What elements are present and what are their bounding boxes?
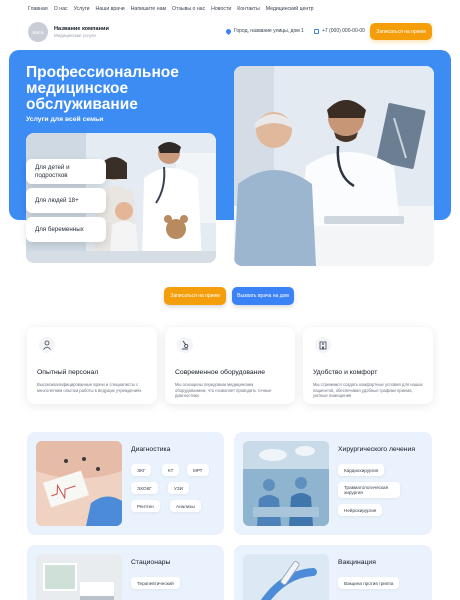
tag-ct[interactable]: КТ: [162, 464, 180, 476]
feature-title: Удобство и комфорт: [313, 369, 378, 376]
nav-item-contacts[interactable]: Контакты: [237, 6, 259, 12]
tag-therapeutic[interactable]: Терапевтический: [131, 577, 180, 589]
tag-mri[interactable]: МРТ: [187, 464, 209, 476]
hospital-room-illustration: [36, 554, 122, 600]
service-title: Вакцинация: [338, 559, 376, 566]
pill-children[interactable]: Для детей и подростков: [26, 159, 106, 184]
nav-item-services[interactable]: Услуги: [74, 6, 90, 12]
nav-item-doctors[interactable]: Наши врачи: [96, 6, 125, 12]
feature-card-equipment: Современное оборудование Мы оснащены пер…: [165, 327, 295, 404]
microscope-icon: [177, 337, 193, 353]
nav-item-news[interactable]: Новости: [211, 6, 231, 12]
address: Город, название улицы, дом 1: [224, 27, 304, 35]
nav-item-center[interactable]: Медицинский центр: [266, 6, 314, 12]
feature-title: Опытный персонал: [37, 369, 99, 376]
tag-xray[interactable]: Рентген: [131, 500, 160, 512]
service-card-vaccination[interactable]: Вакцинация Вакцина против гриппа: [234, 545, 432, 600]
company-subtitle: Медицинские услуги: [54, 33, 96, 38]
location-pin-icon: [224, 27, 233, 35]
company-block: Название компании Медицинские услуги: [54, 26, 109, 38]
operating-room-illustration: [243, 441, 329, 526]
service-title: Хирургического лечения: [338, 446, 416, 453]
book-appointment-button[interactable]: Записаться на прием: [370, 23, 432, 40]
ecg-illustration: [36, 441, 122, 526]
hero-home-visit-button[interactable]: Вызвать врача на дом: [232, 287, 294, 305]
tag-trauma-surgery[interactable]: Травматологическая хирургия: [338, 482, 400, 498]
address-text: Город, название улицы, дом 1: [234, 28, 304, 34]
service-title: Стационары: [131, 559, 171, 566]
top-nav: Главная О нас Услуги Наши врачи Напишите…: [28, 6, 314, 12]
building-icon: [315, 337, 331, 353]
service-card-surgery[interactable]: Хирургического лечения Кардиохирургия Тр…: [234, 432, 432, 535]
nav-item-about[interactable]: О нас: [54, 6, 68, 12]
service-card-diagnostics[interactable]: Диагностика ЭКГ КТ МРТ ЭХОКГ УЗИ Рентген…: [27, 432, 224, 535]
tag-flu-vaccine[interactable]: Вакцина против гриппа: [338, 577, 400, 589]
service-card-hospital[interactable]: Стационары Терапевтический: [27, 545, 224, 600]
doctor-icon: [39, 337, 55, 353]
pill-pregnant[interactable]: Для беременных: [26, 217, 106, 242]
company-logo[interactable]: ЛОГО: [28, 22, 48, 42]
hero-book-button[interactable]: Записаться на прием: [164, 287, 226, 305]
phone[interactable]: +7 (000) 000-00-00: [314, 28, 365, 34]
company-name: Название компании: [54, 26, 109, 32]
nav-item-write[interactable]: Напишите нам: [131, 6, 166, 12]
doctor-xray-illustration: [234, 66, 434, 266]
service-title: Диагностика: [131, 446, 171, 453]
diagnostics-photo: [36, 441, 122, 526]
nav-item-reviews[interactable]: Отзывы о нас: [172, 6, 205, 12]
tag-ecg[interactable]: ЭКГ: [131, 464, 152, 476]
vaccination-photo: [243, 554, 329, 600]
pill-adults[interactable]: Для людей 18+: [26, 188, 106, 213]
feature-description: Мы оснащены передовым медицинским оборуд…: [175, 382, 272, 399]
feature-description: Мы стремимся создать комфортные условия …: [313, 382, 423, 399]
header: ЛОГО Название компании Медицинские услуг…: [28, 22, 432, 42]
feature-title: Современное оборудование: [175, 369, 265, 376]
syringe-illustration: [243, 554, 329, 600]
feature-description: Высококвалифицированные врачи и специали…: [37, 382, 142, 393]
hospital-photo: [36, 554, 122, 600]
phone-text[interactable]: +7 (000) 000-00-00: [322, 28, 365, 34]
doctor-xray-photo: [234, 66, 434, 266]
tag-ultrasound[interactable]: УЗИ: [168, 482, 189, 494]
feature-card-comfort: Удобство и комфорт Мы стремимся создать …: [303, 327, 433, 404]
feature-card-staff: Опытный персонал Высококвалифицированные…: [27, 327, 157, 404]
nav-item-home[interactable]: Главная: [28, 6, 48, 12]
tag-neurosurgery[interactable]: Нейрохирургия: [338, 504, 383, 516]
hero-subtitle: Услуги для всей семьи: [26, 116, 104, 123]
tag-cardiac-surgery[interactable]: Кардиохирургия: [338, 464, 385, 476]
hero-title: Профессиональное медицинское обслуживани…: [26, 64, 179, 113]
tag-analyses[interactable]: Анализы: [170, 500, 201, 512]
surgery-photo: [243, 441, 329, 526]
phone-icon: [314, 28, 319, 34]
tag-echo[interactable]: ЭХОКГ: [131, 482, 158, 494]
